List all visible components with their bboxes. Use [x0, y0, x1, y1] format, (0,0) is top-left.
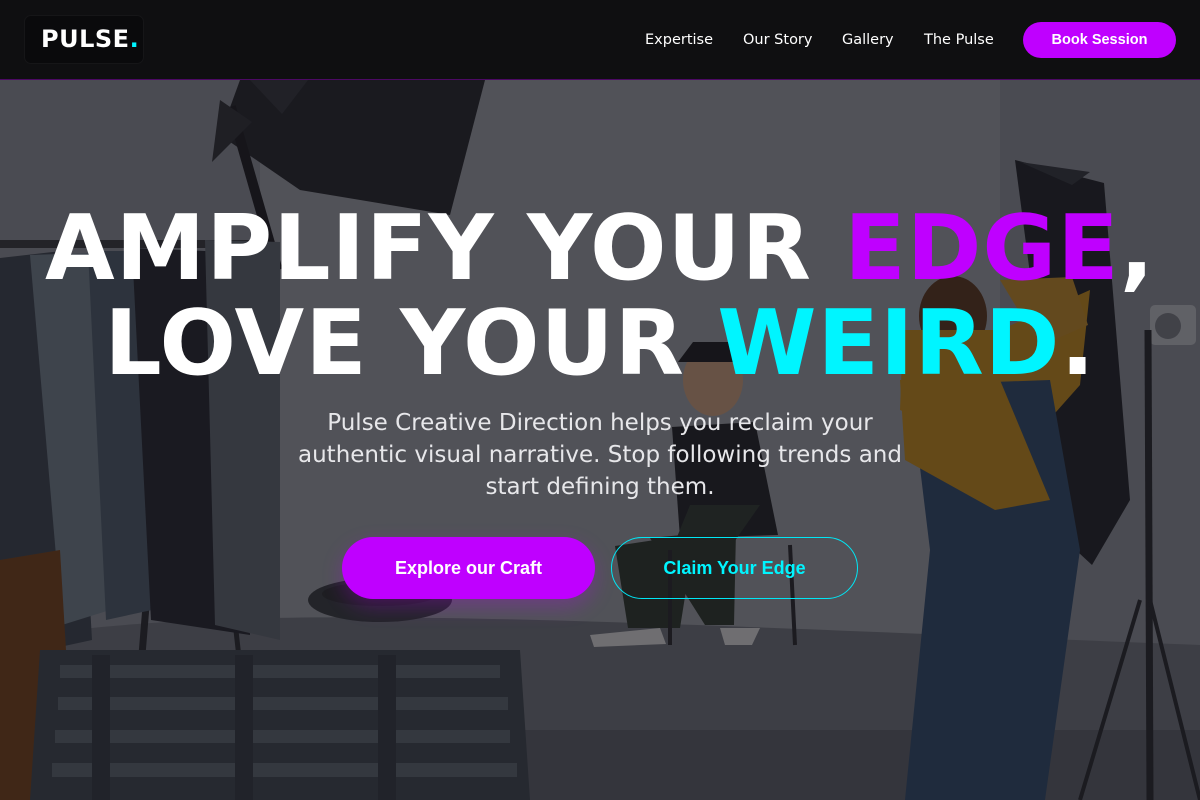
nav-link-expertise[interactable]: Expertise [645, 31, 713, 49]
headline-line-2-highlight: WEIRD [717, 291, 1061, 396]
headline-line-1: AMPLIFY YOUR EDGE, [45, 196, 1155, 301]
headline-line-1-suffix: , [1119, 196, 1155, 301]
hero-section: AMPLIFY YOUR EDGE, LOVE YOUR WEIRD. Puls… [0, 80, 1200, 800]
nav-link-our-story[interactable]: Our Story [743, 31, 812, 49]
book-session-button[interactable]: Book Session [1023, 22, 1176, 58]
site-header: PULSE. Expertise Our Story Gallery The P… [0, 0, 1200, 80]
main-navigation: Expertise Our Story Gallery The Pulse [0, 0, 1200, 80]
nav-link-the-pulse[interactable]: The Pulse [924, 31, 994, 49]
headline-line-2-prefix: LOVE YOUR [104, 291, 718, 396]
headline-line-2-suffix: . [1060, 291, 1096, 396]
headline-line-1-highlight: EDGE [844, 196, 1120, 301]
headline-line-2: LOVE YOUR WEIRD. [104, 291, 1095, 396]
nav-link-gallery[interactable]: Gallery [842, 31, 894, 49]
headline-line-1-prefix: AMPLIFY YOUR [45, 196, 845, 301]
hero-headline: AMPLIFY YOUR EDGE, LOVE YOUR WEIRD. [0, 201, 1200, 391]
explore-craft-button[interactable]: Explore our Craft [342, 537, 595, 599]
hero-subtext: Pulse Creative Direction helps you recla… [298, 410, 902, 500]
claim-edge-button[interactable]: Claim Your Edge [611, 537, 858, 599]
